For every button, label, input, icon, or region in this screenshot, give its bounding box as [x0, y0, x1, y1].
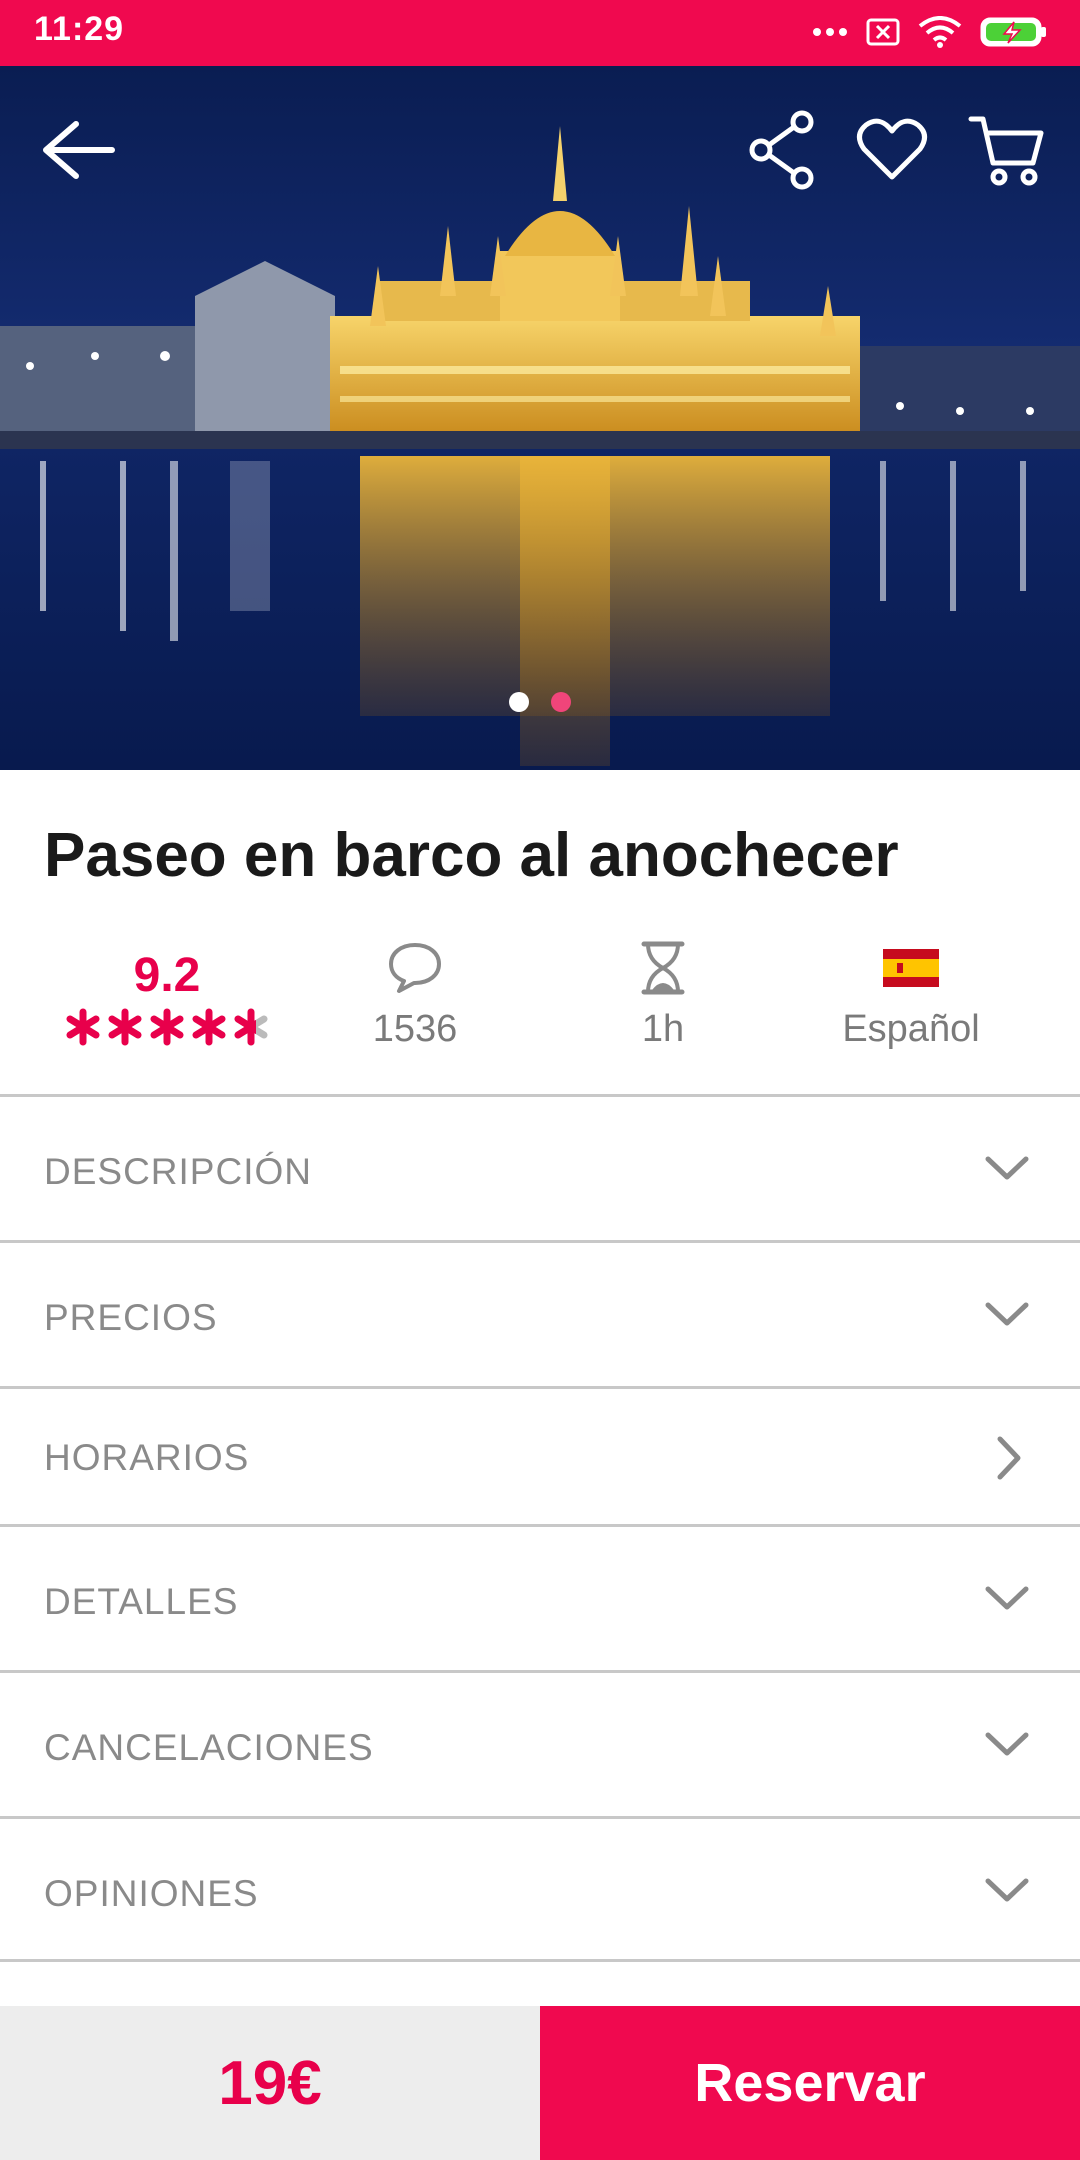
wifi-icon [918, 15, 962, 53]
section-label: CANCELACIONES [44, 1727, 374, 1768]
section-label: DESCRIPCIÓN [44, 1151, 312, 1192]
duration-value: 1h [641, 1008, 685, 1050]
star-icon [108, 1008, 142, 1046]
rating-stars [42, 1008, 292, 1046]
language-stat: Español [786, 930, 1036, 1051]
rating-value: 9.2 [133, 949, 201, 1002]
bottom-bar: 19€ Reservar [0, 2006, 1080, 2160]
section-label: HORARIOS [44, 1437, 250, 1478]
activity-title: Paseo en barco al anochecer [44, 821, 899, 890]
star-partial-icon [234, 1008, 268, 1046]
share-icon [749, 110, 814, 190]
chevron-right-icon [997, 1436, 1021, 1480]
section-label: DETALLES [44, 1581, 239, 1622]
info-sections: DESCRIPCIÓN PRECIOS HORARIOS DETALLES CA… [0, 1094, 1080, 1962]
heart-icon [857, 118, 927, 180]
book-button[interactable]: Reservar [540, 2006, 1080, 2160]
cart-icon [968, 116, 1044, 186]
star-icon [150, 1008, 184, 1046]
chevron-down-icon [985, 1878, 1029, 1902]
duration-stat: 1h [538, 930, 788, 1051]
status-bar: 11:29 [0, 0, 1080, 66]
section-description[interactable]: DESCRIPCIÓN [0, 1094, 1080, 1240]
more-dots-icon [812, 25, 848, 43]
battery-charging-icon [980, 16, 1048, 53]
reviews-stat[interactable]: 1536 [290, 930, 540, 1051]
chevron-down-icon [985, 1732, 1029, 1756]
status-time: 11:29 [34, 10, 125, 48]
carousel-dot-active[interactable] [551, 692, 571, 712]
section-label: OPINIONES [44, 1873, 259, 1914]
rating-stat[interactable]: 9.2 [42, 930, 292, 1046]
hero-image[interactable] [0, 66, 1080, 770]
section-label: PRECIOS [44, 1297, 218, 1338]
section-prices[interactable]: PRECIOS [0, 1240, 1080, 1386]
star-icon [66, 1008, 100, 1046]
favorite-button[interactable] [844, 102, 940, 198]
chevron-down-icon [985, 1156, 1029, 1180]
cart-button[interactable] [958, 102, 1054, 198]
price-label: 19€ [0, 2006, 540, 2160]
activity-detail-screen: 11:29 Paseo en barco al anochecer 9.2 15… [0, 0, 1080, 2160]
chevron-down-icon [985, 1302, 1029, 1326]
section-cancellations[interactable]: CANCELACIONES [0, 1670, 1080, 1816]
section-schedules[interactable]: HORARIOS [0, 1386, 1080, 1524]
star-icon [192, 1008, 226, 1046]
status-icons [812, 14, 1048, 54]
carousel-indicator [0, 692, 1080, 712]
section-reviews[interactable]: OPINIONES [0, 1816, 1080, 1962]
reviews-count: 1536 [372, 1008, 458, 1050]
chevron-down-icon [985, 1586, 1029, 1610]
spain-flag-icon [786, 936, 1036, 1000]
comment-icon [290, 936, 540, 1000]
share-button[interactable] [734, 102, 830, 198]
hourglass-icon [538, 936, 788, 1000]
sim-blocked-icon [866, 18, 900, 51]
language-value: Español [842, 1008, 980, 1050]
back-button[interactable] [28, 102, 124, 198]
stats-row: 9.2 1536 1h Español [0, 930, 1080, 1090]
carousel-dot[interactable] [509, 692, 529, 712]
back-arrow-icon [43, 121, 115, 179]
section-details[interactable]: DETALLES [0, 1524, 1080, 1670]
